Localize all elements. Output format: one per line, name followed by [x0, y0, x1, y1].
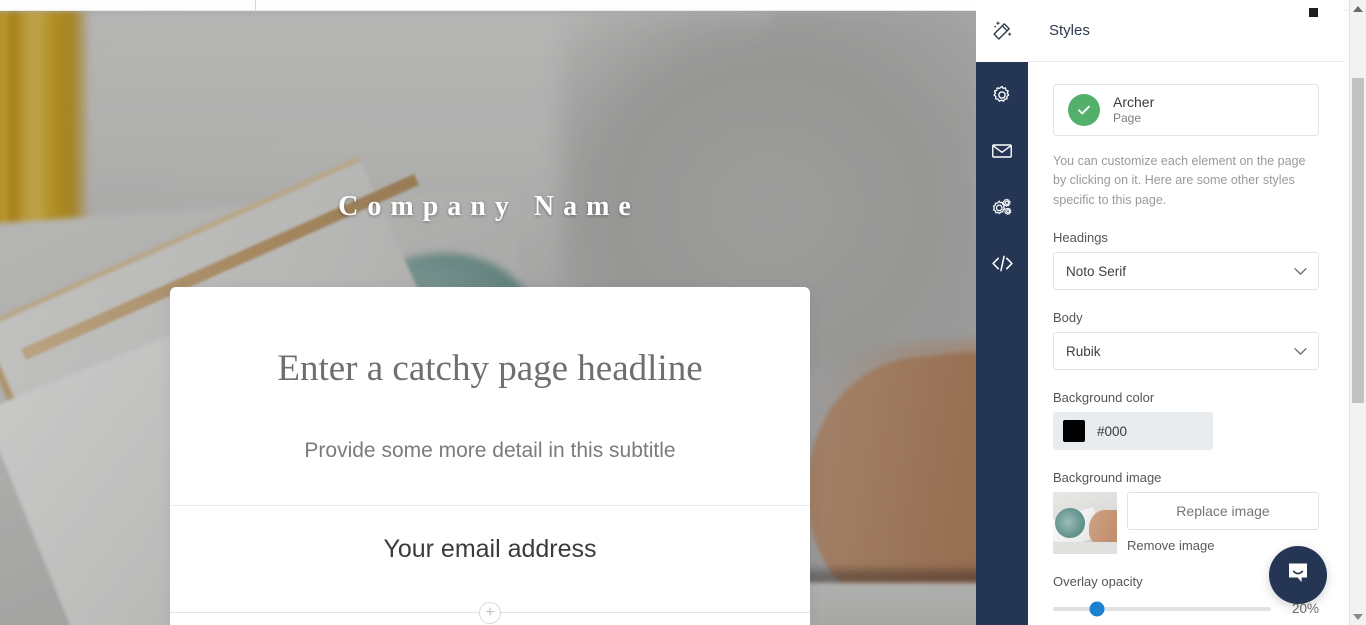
add-section-divider: +	[170, 601, 810, 625]
body-font-select[interactable]: Rubik	[1053, 332, 1319, 371]
color-swatch[interactable]	[1063, 420, 1085, 443]
editor-app: Company Name Enter a catchy page headlin…	[0, 0, 1366, 625]
chat-bubble-icon	[1283, 558, 1313, 593]
rail-item-integrations[interactable]	[976, 179, 1028, 235]
headings-label: Headings	[1053, 230, 1108, 246]
styles-panel-description: You can customize each element on the pa…	[1053, 154, 1306, 207]
page-subtitle[interactable]: Provide some more detail in this subtitl…	[170, 439, 810, 463]
thumb-arm-layer	[1089, 510, 1117, 547]
page-scrollbar[interactable]	[1349, 0, 1366, 625]
email-address-label[interactable]: Your email address	[170, 535, 810, 564]
add-section-button[interactable]: +	[479, 602, 501, 624]
page-badge-subtitle: Page	[1113, 111, 1142, 126]
background-color-value: #000	[1097, 423, 1128, 439]
magic-wand-icon	[991, 20, 1013, 42]
headings-font-value: Noto Serif	[1066, 263, 1127, 279]
page-badge-title: Archer	[1113, 93, 1155, 110]
rail-item-email[interactable]	[976, 123, 1028, 179]
chevron-down-icon	[1294, 344, 1307, 359]
overlay-opacity-row: 20%	[1053, 601, 1319, 617]
check-circle-icon	[1068, 94, 1100, 126]
background-image-actions: Replace image Remove image	[1127, 492, 1319, 553]
envelope-icon	[990, 139, 1014, 163]
overlay-opacity-thumb[interactable]	[1089, 601, 1105, 617]
scrollbar-down-arrow[interactable]	[1350, 608, 1366, 625]
gears-icon	[990, 195, 1014, 219]
page-canvas[interactable]: Company Name Enter a catchy page headlin…	[0, 11, 978, 625]
replace-image-button[interactable]: Replace image	[1127, 492, 1319, 531]
panel-title: Styles	[1049, 22, 1090, 39]
thumb-bottom-layer	[1053, 542, 1117, 555]
body-font-value: Rubik	[1066, 343, 1101, 359]
rail-item-code[interactable]	[976, 235, 1028, 291]
page-badge-text: Archer Page	[1113, 94, 1154, 127]
background-image-row: Replace image Remove image	[1053, 492, 1319, 555]
styles-panel-body: Archer Page You can customize each eleme…	[1029, 62, 1343, 625]
code-icon	[990, 251, 1015, 276]
styles-panel: Styles Archer Page You can customize eac…	[976, 0, 1343, 625]
card-section-divider	[170, 505, 810, 506]
background-color-label: Background color	[1053, 390, 1155, 406]
scrollbar-thumb[interactable]	[1352, 78, 1364, 403]
rail-item-settings[interactable]	[976, 67, 1028, 123]
gear-icon	[991, 84, 1013, 106]
overlay-opacity-slider[interactable]	[1053, 601, 1271, 617]
page-headline[interactable]: Enter a catchy page headline	[170, 347, 810, 390]
headings-font-select[interactable]: Noto Serif	[1053, 252, 1319, 291]
editor-icon-rail	[976, 0, 1028, 625]
triangle-down-icon	[1353, 613, 1363, 620]
triangle-up-icon	[1353, 5, 1363, 12]
background-image-thumbnail[interactable]	[1053, 492, 1117, 555]
background-color-field[interactable]: #000	[1053, 412, 1213, 451]
scrollbar-up-arrow[interactable]	[1350, 0, 1366, 17]
minimize-panel-button[interactable]	[1309, 8, 1318, 17]
top-strip-divider	[255, 0, 256, 11]
chevron-down-icon	[1294, 264, 1307, 279]
styles-panel-header: Styles	[977, 0, 1343, 62]
body-font-label: Body	[1053, 310, 1083, 326]
selected-page-badge[interactable]: Archer Page	[1053, 84, 1319, 136]
rail-item-styles[interactable]	[976, 0, 1028, 62]
intercom-launcher-button[interactable]	[1269, 546, 1327, 604]
page-content-card[interactable]: Enter a catchy page headline Provide som…	[170, 287, 810, 625]
company-name-heading[interactable]: Company Name	[0, 191, 978, 223]
background-image-label: Background image	[1053, 470, 1162, 486]
